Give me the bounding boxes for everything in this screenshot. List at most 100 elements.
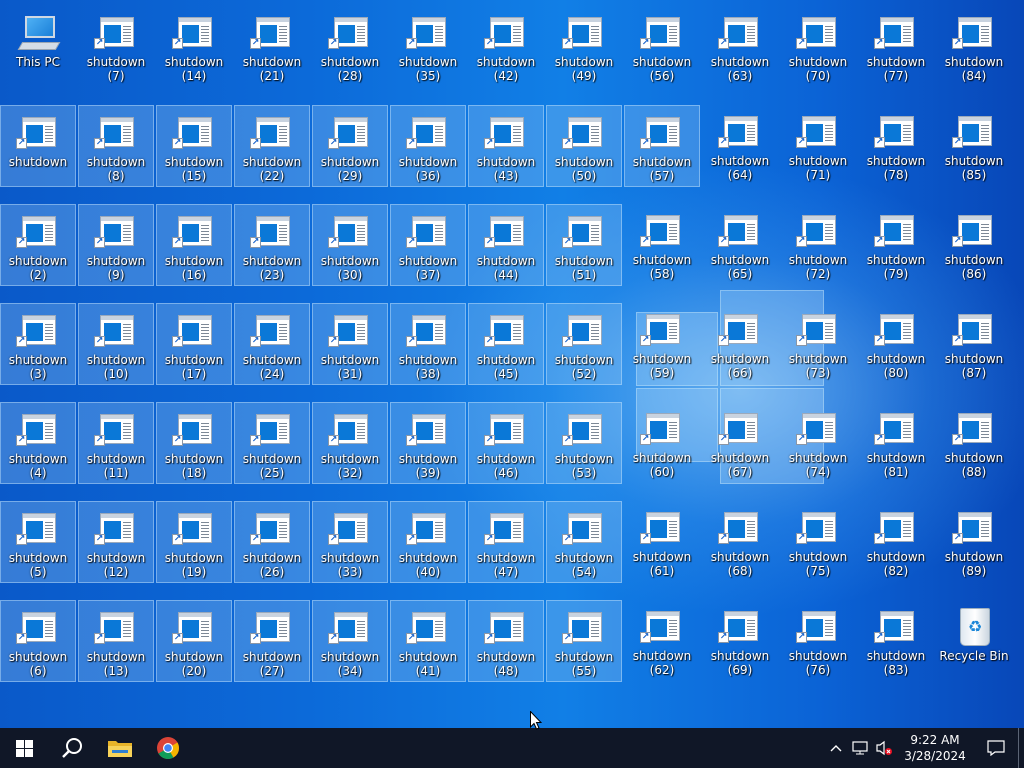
shutdown-shortcut[interactable]: ↗ shutdown (24) (234, 303, 310, 385)
shutdown-shortcut[interactable]: ↗ shutdown (47) (468, 501, 544, 583)
shutdown-shortcut[interactable]: ↗ shutdown (17) (156, 303, 232, 385)
shutdown-shortcut[interactable]: ↗ shutdown (76) (780, 600, 856, 682)
taskbar-clock[interactable]: 9:22 AM 3/28/2024 (896, 732, 974, 764)
shutdown-shortcut[interactable]: ↗ shutdown (6) (0, 600, 76, 682)
shutdown-shortcut[interactable]: ↗ shutdown (40) (390, 501, 466, 583)
shutdown-shortcut[interactable]: ↗ shutdown (56) (624, 6, 700, 88)
shutdown-shortcut[interactable]: ↗ shutdown (50) (546, 105, 622, 187)
shutdown-shortcut[interactable]: ↗ shutdown (9) (78, 204, 154, 286)
this-pc-shortcut[interactable]: This PC (0, 6, 76, 88)
shutdown-shortcut[interactable]: ↗ shutdown (71) (780, 105, 856, 187)
shutdown-shortcut[interactable]: ↗ shutdown (13) (78, 600, 154, 682)
shutdown-shortcut[interactable]: ↗ shutdown (22) (234, 105, 310, 187)
shutdown-shortcut[interactable]: ↗ shutdown (69) (702, 600, 778, 682)
shutdown-shortcut[interactable]: ↗ shutdown (39) (390, 402, 466, 484)
shutdown-shortcut[interactable]: ↗ shutdown (82) (858, 501, 934, 583)
shutdown-shortcut[interactable]: ↗ shutdown (72) (780, 204, 856, 286)
shutdown-shortcut[interactable]: ↗ shutdown (60) (624, 402, 700, 484)
shutdown-shortcut[interactable]: ↗ shutdown (41) (390, 600, 466, 682)
volume-muted-icon[interactable] (872, 728, 896, 768)
file-explorer-button[interactable] (96, 728, 144, 768)
shutdown-shortcut[interactable]: ↗ shutdown (33) (312, 501, 388, 583)
shutdown-shortcut[interactable]: ↗ shutdown (59) (624, 303, 700, 385)
shutdown-shortcut[interactable]: ↗ shutdown (48) (468, 600, 544, 682)
shutdown-shortcut[interactable]: ↗ shutdown (34) (312, 600, 388, 682)
shutdown-shortcut[interactable]: ↗ shutdown (38) (390, 303, 466, 385)
shutdown-shortcut[interactable]: ↗ shutdown (3) (0, 303, 76, 385)
shutdown-shortcut[interactable]: ↗ shutdown (84) (936, 6, 1012, 88)
shutdown-shortcut[interactable]: ↗ shutdown (63) (702, 6, 778, 88)
shutdown-shortcut[interactable]: ↗ shutdown (32) (312, 402, 388, 484)
shutdown-shortcut[interactable]: ↗ shutdown (2) (0, 204, 76, 286)
shutdown-shortcut[interactable]: ↗ shutdown (79) (858, 204, 934, 286)
shutdown-shortcut[interactable]: ↗ shutdown (77) (858, 6, 934, 88)
shutdown-shortcut[interactable]: ↗ shutdown (67) (702, 402, 778, 484)
start-button[interactable] (0, 728, 48, 768)
shutdown-shortcut[interactable]: ↗ shutdown (85) (936, 105, 1012, 187)
shutdown-shortcut[interactable]: ↗ shutdown (83) (858, 600, 934, 682)
shutdown-shortcut[interactable]: ↗ shutdown (78) (858, 105, 934, 187)
shutdown-shortcut[interactable]: ↗ shutdown (73) (780, 303, 856, 385)
shutdown-shortcut[interactable]: ↗ shutdown (19) (156, 501, 232, 583)
shutdown-shortcut[interactable]: ↗ shutdown (58) (624, 204, 700, 286)
shutdown-shortcut[interactable]: ↗ shutdown (66) (702, 303, 778, 385)
shutdown-shortcut[interactable]: ↗ shutdown (88) (936, 402, 1012, 484)
shutdown-shortcut[interactable]: ↗ shutdown (53) (546, 402, 622, 484)
shutdown-shortcut[interactable]: ↗ shutdown (29) (312, 105, 388, 187)
shutdown-shortcut[interactable]: ↗ shutdown (65) (702, 204, 778, 286)
shutdown-shortcut[interactable]: ↗ shutdown (55) (546, 600, 622, 682)
shutdown-shortcut[interactable]: ↗ shutdown (4) (0, 402, 76, 484)
shutdown-shortcut[interactable]: ↗ shutdown (70) (780, 6, 856, 88)
shutdown-shortcut[interactable]: ↗ shutdown (74) (780, 402, 856, 484)
chevron-up-icon[interactable] (824, 728, 848, 768)
shutdown-shortcut[interactable]: ↗ shutdown (89) (936, 501, 1012, 583)
shutdown-shortcut[interactable]: ↗ shutdown (44) (468, 204, 544, 286)
shutdown-shortcut[interactable]: ↗ shutdown (35) (390, 6, 466, 88)
shutdown-shortcut[interactable]: ↗ shutdown (11) (78, 402, 154, 484)
shutdown-shortcut[interactable]: ↗ shutdown (30) (312, 204, 388, 286)
shutdown-shortcut[interactable]: ↗ shutdown (80) (858, 303, 934, 385)
shutdown-shortcut[interactable]: ↗ shutdown (43) (468, 105, 544, 187)
shutdown-shortcut[interactable]: ↗ shutdown (20) (156, 600, 232, 682)
shutdown-shortcut[interactable]: ↗ shutdown (64) (702, 105, 778, 187)
chrome-button[interactable] (144, 728, 192, 768)
shutdown-shortcut[interactable]: ↗ shutdown (75) (780, 501, 856, 583)
shutdown-shortcut[interactable]: ↗ shutdown (62) (624, 600, 700, 682)
desktop[interactable]: This PC ♻ Recycle Bin ↗ shutdown (7) ↗ shut… (0, 0, 1024, 728)
shutdown-shortcut[interactable]: ↗ shutdown (54) (546, 501, 622, 583)
shutdown-shortcut[interactable]: ↗ shutdown (37) (390, 204, 466, 286)
shutdown-shortcut[interactable]: ↗ shutdown (26) (234, 501, 310, 583)
shutdown-shortcut[interactable]: ↗ shutdown (5) (0, 501, 76, 583)
shutdown-shortcut[interactable]: ↗ shutdown (18) (156, 402, 232, 484)
shutdown-shortcut[interactable]: ↗ shutdown (61) (624, 501, 700, 583)
shutdown-shortcut[interactable]: ↗ shutdown (68) (702, 501, 778, 583)
shutdown-shortcut[interactable]: ↗ shutdown (21) (234, 6, 310, 88)
shutdown-shortcut[interactable]: ↗ shutdown (23) (234, 204, 310, 286)
show-desktop-button[interactable] (1018, 728, 1024, 768)
shutdown-shortcut[interactable]: ↗ shutdown (0, 105, 76, 187)
action-center-button[interactable] (974, 728, 1018, 768)
shutdown-shortcut[interactable]: ↗ shutdown (10) (78, 303, 154, 385)
shutdown-shortcut[interactable]: ↗ shutdown (28) (312, 6, 388, 88)
shutdown-shortcut[interactable]: ↗ shutdown (57) (624, 105, 700, 187)
shutdown-shortcut[interactable]: ↗ shutdown (16) (156, 204, 232, 286)
shutdown-shortcut[interactable]: ↗ shutdown (81) (858, 402, 934, 484)
shutdown-shortcut[interactable]: ↗ shutdown (8) (78, 105, 154, 187)
shutdown-shortcut[interactable]: ↗ shutdown (87) (936, 303, 1012, 385)
recycle-bin-shortcut[interactable]: ♻ Recycle Bin (936, 600, 1012, 682)
shutdown-shortcut[interactable]: ↗ shutdown (27) (234, 600, 310, 682)
search-button[interactable] (48, 728, 96, 768)
network-icon[interactable] (848, 728, 872, 768)
shutdown-shortcut[interactable]: ↗ shutdown (25) (234, 402, 310, 484)
shutdown-shortcut[interactable]: ↗ shutdown (15) (156, 105, 232, 187)
shutdown-shortcut[interactable]: ↗ shutdown (51) (546, 204, 622, 286)
shutdown-shortcut[interactable]: ↗ shutdown (36) (390, 105, 466, 187)
shutdown-shortcut[interactable]: ↗ shutdown (52) (546, 303, 622, 385)
shutdown-shortcut[interactable]: ↗ shutdown (42) (468, 6, 544, 88)
shutdown-shortcut[interactable]: ↗ shutdown (7) (78, 6, 154, 88)
shutdown-shortcut[interactable]: ↗ shutdown (14) (156, 6, 232, 88)
shutdown-shortcut[interactable]: ↗ shutdown (31) (312, 303, 388, 385)
shutdown-shortcut[interactable]: ↗ shutdown (12) (78, 501, 154, 583)
shutdown-shortcut[interactable]: ↗ shutdown (49) (546, 6, 622, 88)
shutdown-shortcut[interactable]: ↗ shutdown (86) (936, 204, 1012, 286)
